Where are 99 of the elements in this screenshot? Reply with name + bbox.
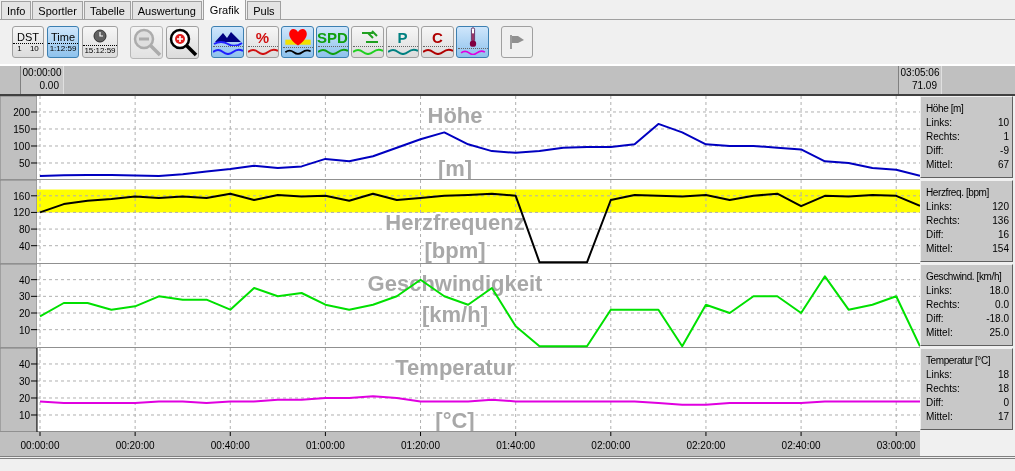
stat-label: Rechts: (926, 214, 960, 228)
tab[interactable]: Grafik (202, 0, 247, 20)
stat-value: 154 (992, 242, 1009, 256)
stat-value: 18.0 (989, 284, 1009, 298)
channel-button[interactable]: P (386, 26, 419, 58)
stat-value: 17 (997, 410, 1009, 424)
tab[interactable]: Puls (247, 1, 281, 19)
stat-label: Mittel: (926, 242, 953, 256)
wave-icon (457, 47, 488, 55)
stat-value: -9 (1000, 144, 1009, 158)
wave-icon (282, 47, 313, 55)
axis-unit: [bpm] (424, 238, 486, 264)
wave-icon (247, 46, 278, 55)
chart-title: Höhe (427, 103, 483, 128)
axis-label: 80 (18, 224, 30, 236)
tab[interactable]: Info (1, 1, 32, 19)
stat-value: 16 (997, 228, 1009, 242)
axis-label: 20 (18, 393, 30, 404)
axis-label: 100 (13, 141, 30, 152)
wave-icon (212, 46, 243, 55)
stat-label: Links: (926, 368, 953, 382)
axis-label: 50 (18, 158, 30, 169)
stat-value: 18 (997, 368, 1009, 382)
altitude-channel-button[interactable] (211, 26, 244, 58)
axis-label: 01:20:00 (401, 440, 440, 451)
time-button[interactable]: Time 1:12:59 (47, 26, 79, 58)
thermometer-channel-button[interactable] (456, 26, 489, 58)
stat-label: Links: (926, 116, 953, 130)
clock-time-button[interactable]: 15:12:59 (82, 26, 118, 58)
wave-icon (387, 46, 418, 55)
stat-value: 10 (997, 116, 1009, 130)
distance-button[interactable]: DST 1 10 (12, 26, 44, 58)
stat-value: -18.0 (986, 312, 1009, 326)
axis-label: 00:40:00 (210, 440, 250, 451)
wave-icon (422, 46, 453, 55)
tab[interactable]: Sportler (32, 1, 83, 19)
wave-icon (317, 46, 348, 55)
stat-value: 67 (997, 158, 1009, 172)
stat-label: Links: (926, 284, 953, 298)
stat-value: 0 (1003, 396, 1009, 410)
stat-label: Diff: (926, 144, 944, 158)
axis-label: 10 (18, 324, 30, 336)
stat-label: Diff: (926, 312, 944, 326)
heart-channel-button[interactable] (281, 26, 314, 58)
axis-label: 160 (13, 190, 30, 202)
axis-label: 40 (18, 359, 30, 370)
stat-label: Rechts: (926, 382, 960, 396)
axis-label: 30 (18, 291, 30, 303)
stats-title: Temperatur [°C] (926, 354, 992, 368)
axis-label: 01:00:00 (305, 440, 345, 451)
stat-value: 18 (997, 382, 1009, 396)
zoom-in-button[interactable] (166, 25, 199, 59)
axis-label: 40 (18, 240, 30, 252)
stat-value: 120 (992, 200, 1009, 214)
axis-unit: [m] (437, 156, 473, 180)
axis-label: 01:40:00 (496, 440, 536, 451)
stats-title: Herzfreq. [bpm] (926, 186, 990, 200)
channel-button[interactable]: % (246, 26, 279, 58)
axis-label: 200 (13, 107, 30, 118)
stat-label: Mittel: (926, 158, 953, 172)
stat-label: Mittel: (926, 326, 953, 340)
axis-label: 150 (13, 124, 30, 135)
axis-label: 30 (18, 376, 30, 387)
axis-label: 02:20:00 (686, 440, 726, 451)
stat-label: Rechts: (926, 130, 960, 144)
stat-label: Rechts: (926, 298, 960, 312)
stat-value: 136 (992, 214, 1009, 228)
axis-label: 00:00:00 (20, 440, 60, 451)
axis-label: 40 (18, 274, 30, 286)
wave-icon (352, 46, 383, 55)
stat-value: 0.0 (995, 298, 1009, 312)
axis-label: 120 (13, 207, 30, 219)
stats-title: Geschwind. [km/h] (926, 270, 1003, 284)
heart-icon (282, 27, 313, 48)
cadence-channel-button[interactable] (351, 26, 384, 58)
cursor-marker[interactable]: 00:00:00 0.00 (20, 66, 64, 94)
axis-label: 03:00:00 (876, 440, 916, 451)
axis-label: 00:20:00 (115, 440, 155, 451)
stat-label: Diff: (926, 228, 944, 242)
tab[interactable]: Auswertung (131, 1, 202, 19)
flag-icon (508, 34, 526, 50)
axis-label: 20 (18, 308, 30, 319)
tab[interactable]: Tabelle (83, 1, 131, 19)
axis-label: 02:40:00 (781, 440, 821, 451)
stat-value: 1 (1003, 130, 1009, 144)
channel-button[interactable]: C (421, 26, 454, 58)
cursor-marker[interactable]: 03:05:06 71.09 (898, 66, 942, 94)
axis-unit: [km/h] (422, 302, 488, 327)
stat-label: Links: (926, 200, 953, 214)
chart-title: Temperatur (395, 355, 515, 380)
clock-icon (93, 29, 107, 43)
axis-label: 02:00:00 (591, 440, 631, 451)
mountain-icon (212, 30, 243, 46)
stat-label: Diff: (926, 396, 944, 410)
axis-label: 10 (18, 410, 30, 421)
stat-label: Mittel: (926, 410, 953, 424)
stat-value: 25.0 (989, 326, 1009, 340)
stats-title: Höhe [m] (926, 102, 965, 116)
chart-title: Herzfrequenz (385, 210, 525, 236)
